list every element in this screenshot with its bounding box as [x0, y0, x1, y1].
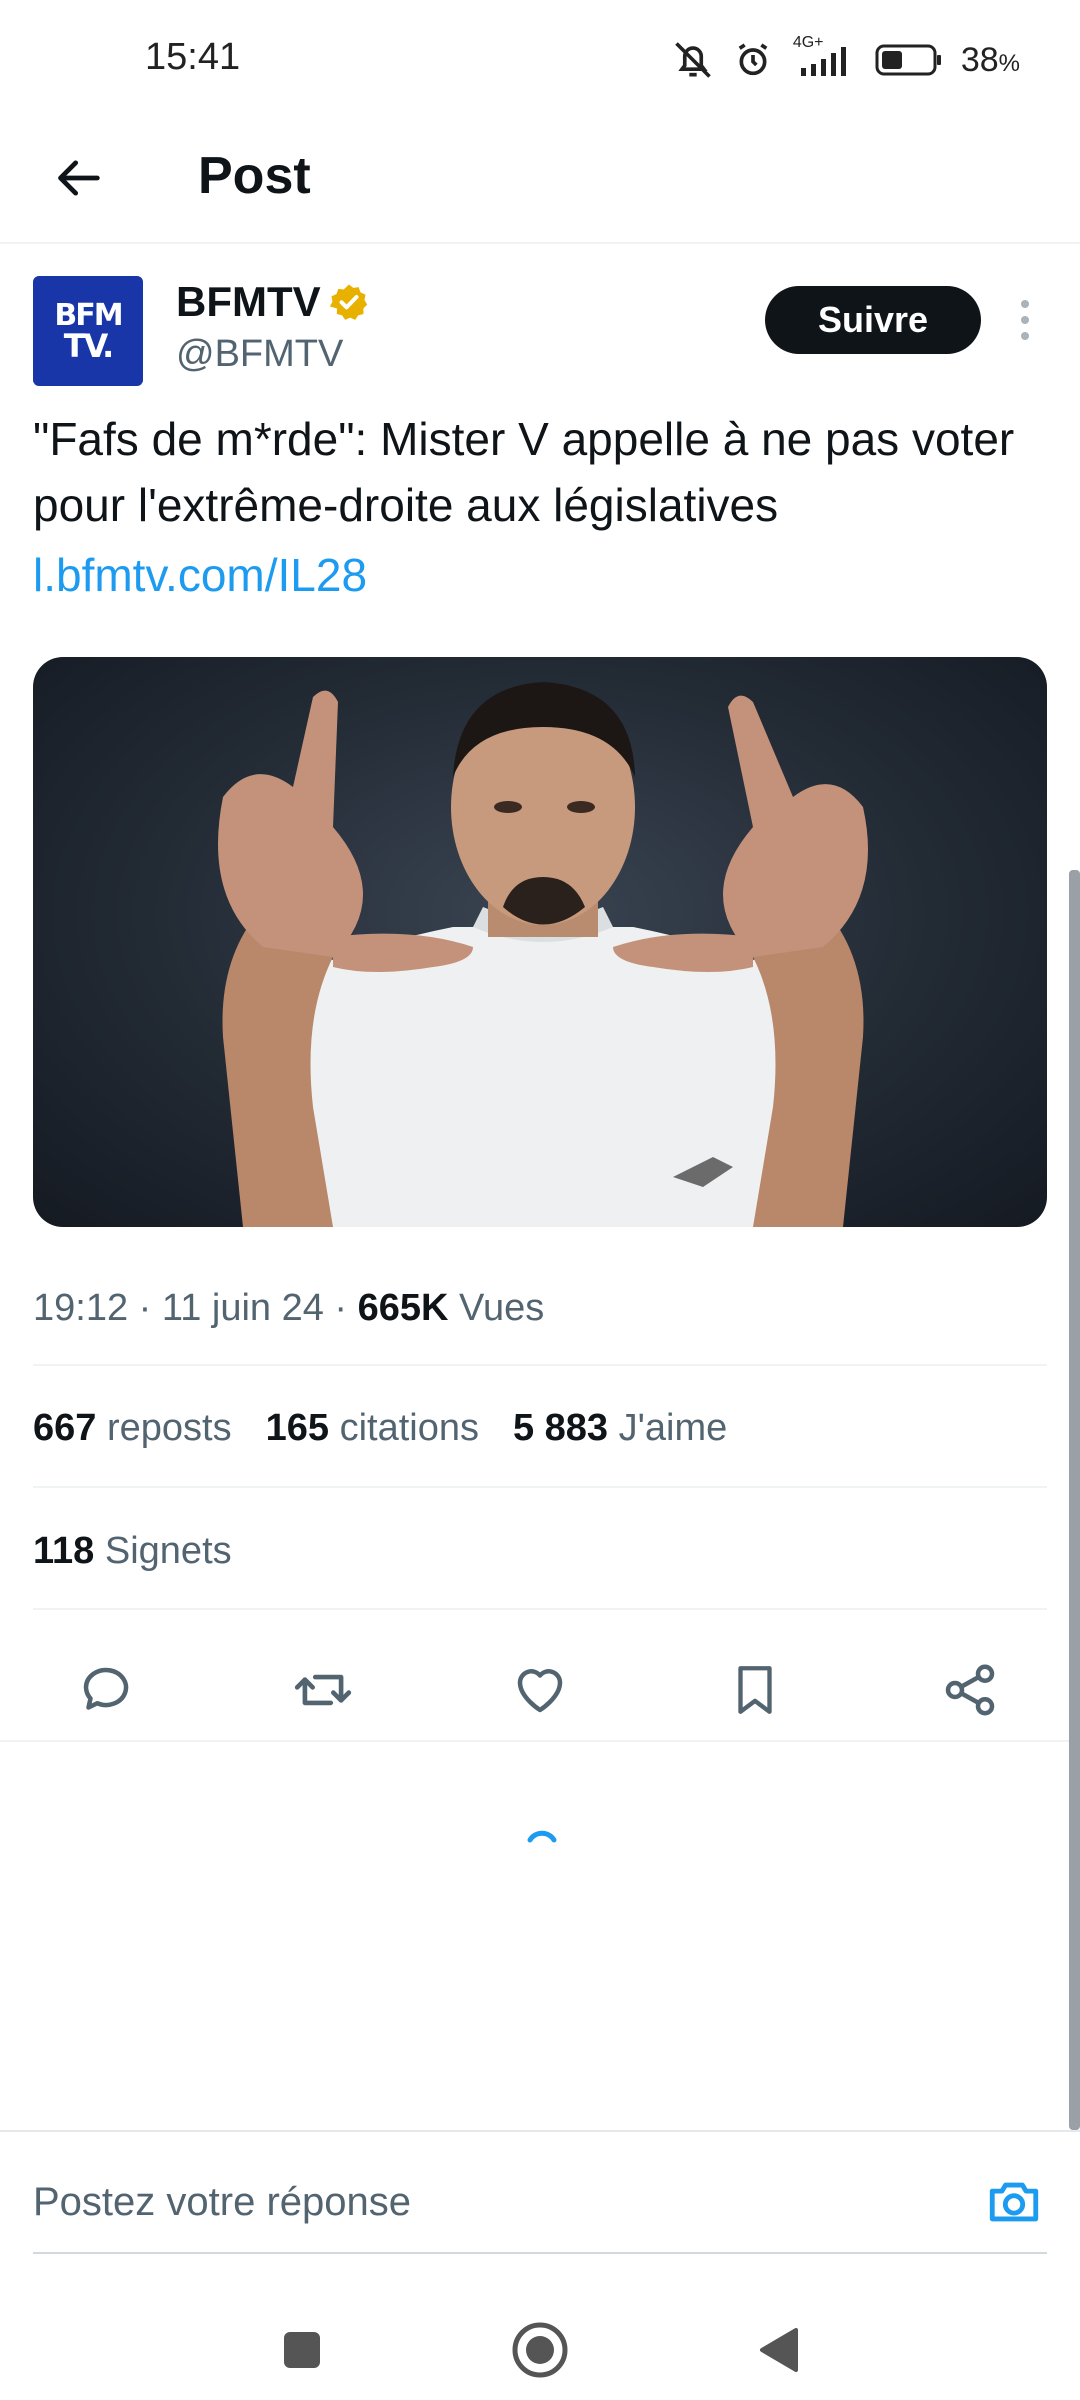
- action-bar: [0, 1640, 1080, 1740]
- bookmark-button[interactable]: [715, 1650, 795, 1730]
- status-bar: 15:41 4G+ 38%: [0, 0, 1080, 120]
- share-button[interactable]: [930, 1650, 1010, 1730]
- square-icon: [284, 2332, 320, 2368]
- divider: [33, 1364, 1047, 1366]
- divider: [33, 1608, 1047, 1610]
- like-button[interactable]: [500, 1650, 580, 1730]
- header: Post: [0, 120, 1080, 244]
- camera-icon: [989, 2182, 1039, 2222]
- avatar[interactable]: BFM TV.: [33, 276, 143, 386]
- reply-button[interactable]: [66, 1650, 146, 1730]
- tweet-time: 19:12: [33, 1287, 129, 1329]
- tweet-text: "Fafs de m*rde": Mister V appelle à ne p…: [33, 413, 1015, 531]
- tweet-link[interactable]: l.bfmtv.com/IL28: [33, 542, 367, 608]
- divider: [33, 2252, 1047, 2254]
- triangle-left-icon: [760, 2328, 798, 2372]
- muted-bell-icon: [675, 42, 711, 78]
- bookmarks-stat: 118 Signets: [33, 1530, 232, 1572]
- tweet-date: 11 juin 24: [161, 1287, 324, 1329]
- follow-button[interactable]: Suivre: [765, 286, 981, 354]
- system-nav-bar: [0, 2290, 1080, 2400]
- reply-icon: [83, 1667, 129, 1710]
- status-time: 15:41: [145, 36, 241, 78]
- status-icons: 4G+ 38%: [671, 34, 1020, 84]
- avatar-logo-text-2: TV.: [63, 327, 115, 365]
- reply-input[interactable]: Postez votre réponse: [33, 2174, 411, 2230]
- repost-button[interactable]: [283, 1650, 363, 1730]
- circle-icon: [512, 2322, 568, 2378]
- back-button[interactable]: [44, 142, 116, 214]
- engagement-stats: 667 reposts 165 citations 5 883 J'aime: [33, 1400, 727, 1456]
- reposts-stat[interactable]: 667 reposts: [33, 1400, 232, 1456]
- home-button[interactable]: [500, 2310, 580, 2390]
- battery-percent: 38%: [960, 40, 1020, 79]
- quotes-stat[interactable]: 165 citations: [266, 1400, 479, 1456]
- views-count: 665K: [357, 1287, 449, 1329]
- camera-button[interactable]: [984, 2172, 1044, 2232]
- scrollbar[interactable]: [1069, 870, 1080, 2130]
- author-handle[interactable]: @BFMTV: [176, 330, 343, 378]
- views-label: Vues: [459, 1287, 545, 1329]
- page-title: Post: [198, 147, 311, 205]
- divider: [33, 1486, 1047, 1488]
- share-icon: [945, 1664, 995, 1716]
- bookmark-icon: [738, 1666, 772, 1714]
- like-icon: [517, 1669, 563, 1713]
- verified-badge-icon: [329, 284, 367, 320]
- author-name[interactable]: BFMTV: [176, 276, 369, 328]
- tweet-image[interactable]: [33, 657, 1047, 1227]
- arrow-left-icon: [58, 160, 100, 196]
- more-options-icon[interactable]: [1010, 290, 1040, 350]
- tweet-meta: 19:12 · 11 juin 24 · 665K Vues: [33, 1287, 545, 1329]
- alarm-icon: [738, 43, 768, 76]
- likes-stat[interactable]: 5 883 J'aime: [513, 1400, 727, 1456]
- divider: [0, 2130, 1080, 2132]
- back-nav-button[interactable]: [738, 2310, 818, 2390]
- signal-icon: 4G+: [791, 34, 857, 82]
- author-name-text: BFMTV: [176, 278, 321, 325]
- repost-icon: [294, 1674, 352, 1706]
- loading-spinner-icon: [527, 1830, 557, 1843]
- divider: [0, 1740, 1080, 1742]
- battery-icon: [875, 44, 941, 76]
- photo-illustration: [218, 682, 868, 1227]
- recents-button[interactable]: [262, 2310, 342, 2390]
